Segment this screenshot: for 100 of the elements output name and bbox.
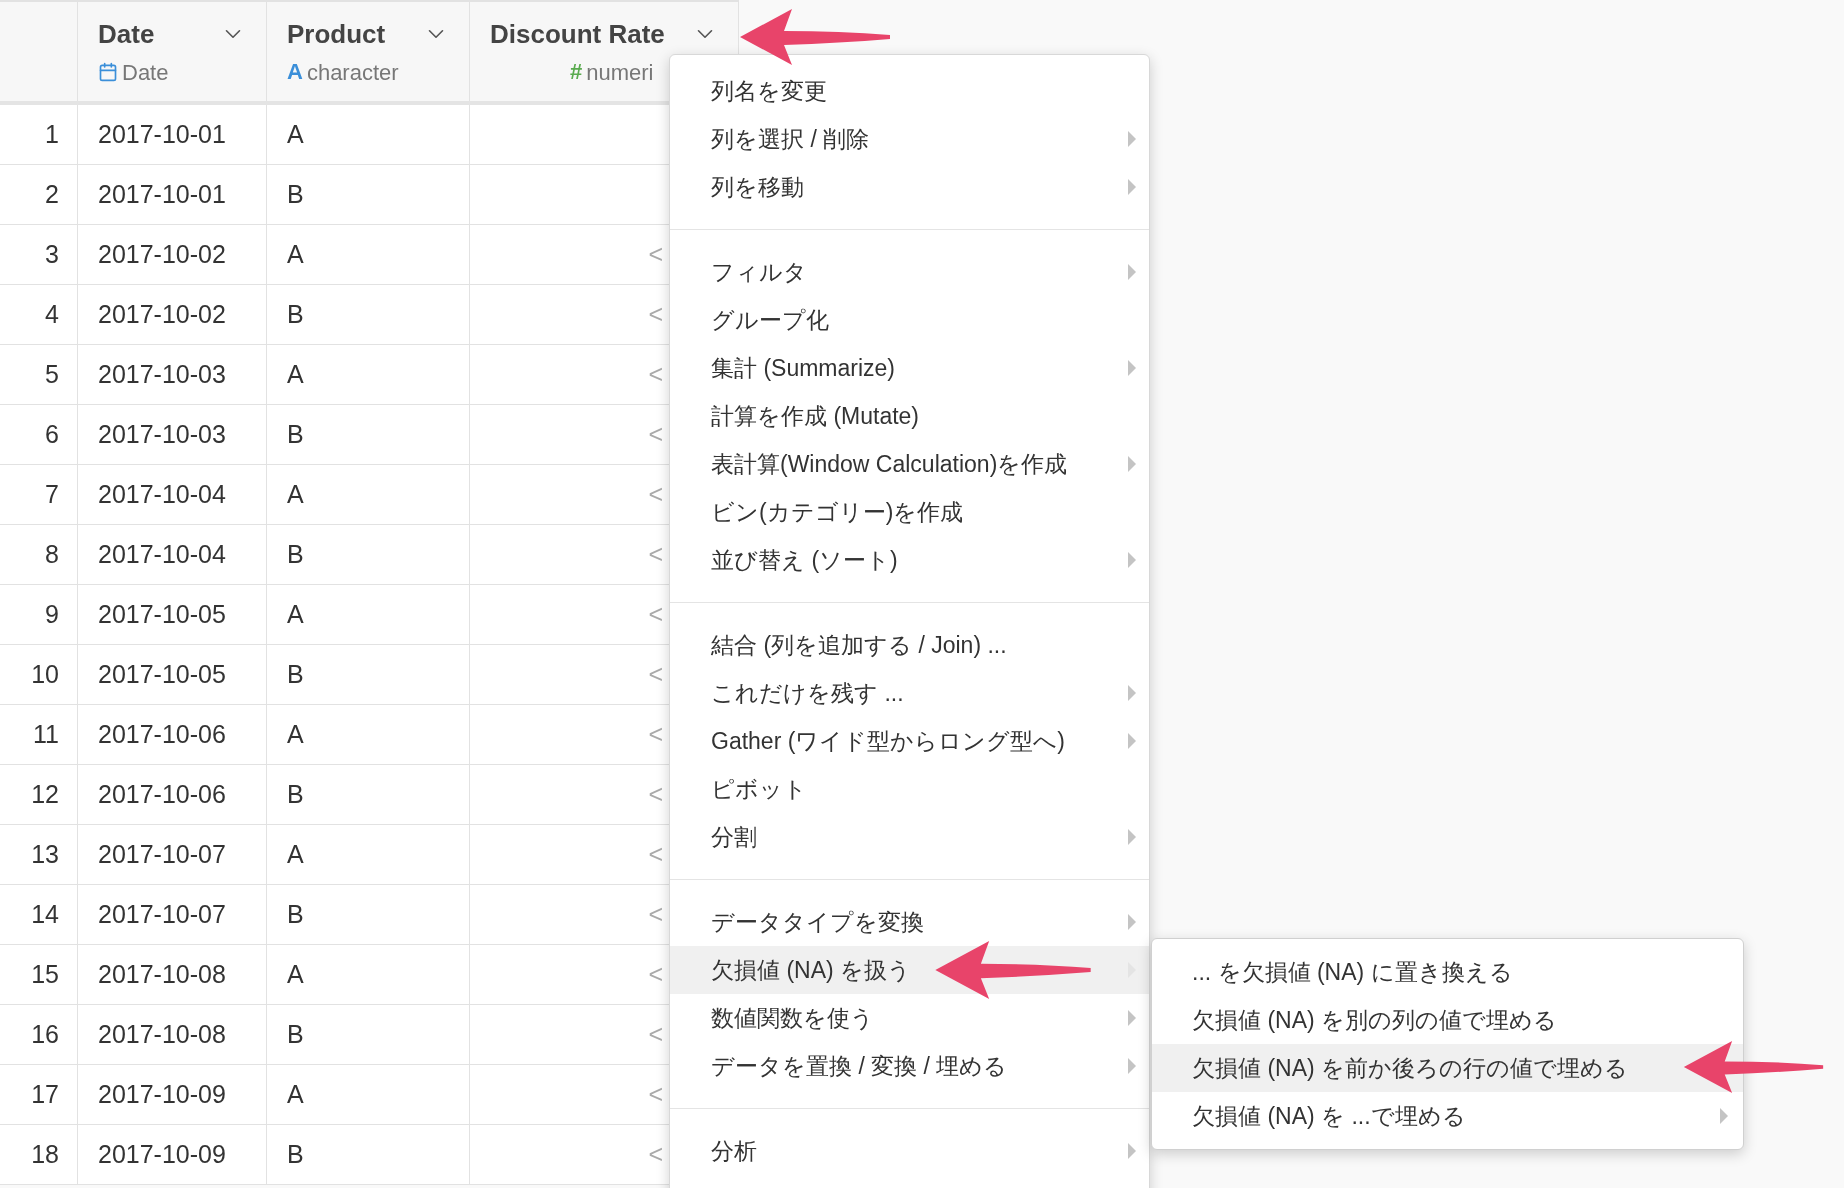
menu-item[interactable]: ... を欠損値 (NA) に置き換える [1152, 948, 1743, 996]
row-number: 12 [31, 778, 59, 810]
menu-item[interactable]: これだけを残す ... [670, 669, 1149, 717]
arrow-icon [738, 9, 892, 65]
table-cell-text: 2017-10-07 [98, 898, 226, 930]
table-cell-text: < [648, 838, 663, 870]
table-cell-text: < [648, 658, 663, 690]
menu-item[interactable]: 欠損値 (NA) を前か後ろの行の値で埋める [1152, 1044, 1743, 1092]
menu-item[interactable]: 数値関数を使う [670, 994, 1149, 1042]
table-cell-text: < [648, 538, 663, 570]
column-type: character [306, 58, 399, 87]
row-number: 16 [31, 1018, 59, 1050]
menu-item[interactable]: データを置換 / 変換 / 埋める [670, 1042, 1149, 1090]
row-number: 5 [45, 358, 59, 390]
table-cell-text: B [287, 1138, 304, 1170]
table-cell-text: 2017-10-02 [98, 238, 226, 270]
table-cell-text: 2017-10-08 [98, 958, 226, 990]
row-number: 7 [45, 478, 59, 510]
arrow-icon [1682, 1041, 1825, 1093]
menu-item[interactable]: 計算を作成 (Mutate) [670, 392, 1149, 440]
table-cell-text: < [648, 418, 663, 450]
table-cell-text: B [287, 418, 304, 450]
menu-item[interactable]: 欠損値 (NA) を扱う [670, 946, 1149, 994]
table-cell-text: 2017-10-01 [98, 118, 226, 150]
row-number: 6 [45, 418, 59, 450]
row-number: 10 [31, 658, 59, 690]
row-number: 15 [31, 958, 59, 990]
menu-item[interactable]: 結合 (列を追加する / Join) ... [670, 621, 1149, 669]
table-cell-text: 2017-10-09 [98, 1078, 226, 1110]
table-cell-text: < [648, 898, 663, 930]
table-cell-text: 2017-10-04 [98, 538, 226, 570]
column-name: Date [98, 17, 155, 51]
row-number: 17 [31, 1078, 59, 1110]
menu-item[interactable]: グループ化 [670, 296, 1149, 344]
menu-item[interactable]: 並び替え (ソート) [670, 536, 1149, 584]
row-number: 11 [33, 718, 59, 750]
table-cell-text: 2017-10-09 [98, 1138, 226, 1170]
table-cell-text: < [648, 1018, 663, 1050]
table-cell-text: B [287, 898, 304, 930]
table-cell-text: 2017-10-06 [98, 718, 226, 750]
table-cell-text: A [287, 118, 304, 150]
table-cell-text: B [287, 298, 304, 330]
table-cell-text: < [648, 358, 663, 390]
row-number: 9 [45, 598, 59, 630]
row-number: 4 [45, 298, 59, 330]
menu-item[interactable]: 分割 [670, 813, 1149, 861]
row-number: 14 [31, 898, 59, 930]
menu-item[interactable]: 分析 [670, 1127, 1149, 1175]
row-number: 1 [45, 118, 59, 150]
arrow-icon [935, 941, 1091, 999]
row-number: 13 [31, 838, 59, 870]
table-cell-text: < [648, 298, 663, 330]
table-cell-text: < [648, 478, 663, 510]
type-glyph: # [570, 61, 583, 83]
table-cell-text: A [287, 958, 304, 990]
menu-item[interactable]: ピボット [670, 765, 1149, 813]
table-cell-text: < [648, 1138, 663, 1170]
menu-item[interactable]: データタイプを変換 [670, 898, 1149, 946]
table-cell-text: A [287, 718, 304, 750]
menu-item[interactable]: Gather (ワイド型からロング型へ) [670, 717, 1149, 765]
table-cell-text: B [287, 778, 304, 810]
table-cell-text: B [287, 538, 304, 570]
menu-item[interactable]: フィルタ [670, 248, 1149, 296]
menu-item[interactable]: 列を移動 [670, 163, 1149, 211]
calendar-icon [98, 62, 118, 82]
table-cell-text: < [648, 1078, 663, 1110]
table-cell-text: 2017-10-04 [98, 478, 226, 510]
table-cell-text: B [287, 1018, 304, 1050]
menu-item[interactable]: ビン(カテゴリー)を作成 [670, 488, 1149, 536]
table-cell-text: 2017-10-07 [98, 838, 226, 870]
table-cell-text: 2017-10-02 [98, 298, 226, 330]
column-name: Discount Rate [490, 17, 665, 51]
table-cell-text: < [648, 778, 663, 810]
table-cell-text: 2017-10-05 [98, 658, 226, 690]
table-cell-text: 2017-10-03 [98, 358, 226, 390]
table-cell-text: B [287, 658, 304, 690]
menu-item[interactable]: 欠損値 (NA) を ...で埋める [1152, 1092, 1743, 1140]
table-cell-text: B [287, 178, 304, 210]
column-type: numeri [586, 58, 654, 87]
table-cell-text: < [648, 238, 663, 270]
type-glyph: A [287, 61, 303, 83]
table-cell-text: 2017-10-08 [98, 1018, 226, 1050]
table-cell-text: 2017-10-01 [98, 178, 226, 210]
column-type: Date [122, 58, 169, 87]
menu-item[interactable]: 列名を変更 [670, 67, 1149, 115]
table-cell-text: A [287, 838, 304, 870]
menu-item[interactable]: 集計 (Summarize) [670, 344, 1149, 392]
menu-item[interactable]: 欠損値 (NA) を別の列の値で埋める [1152, 996, 1743, 1044]
table-cell-text: A [287, 478, 304, 510]
menu-item[interactable]: 表計算(Window Calculation)を作成 [670, 440, 1149, 488]
table-cell-text: < [648, 598, 663, 630]
column-name: Product [287, 17, 386, 51]
menu-item[interactable]: 列を選択 / 削除 [670, 115, 1149, 163]
row-number: 18 [31, 1138, 59, 1170]
table-cell-text: < [648, 718, 663, 750]
table-cell-text: 2017-10-06 [98, 778, 226, 810]
table-cell-text: A [287, 358, 304, 390]
table-cell-text: A [287, 598, 304, 630]
row-number: 2 [45, 178, 59, 210]
row-number: 8 [45, 538, 59, 570]
